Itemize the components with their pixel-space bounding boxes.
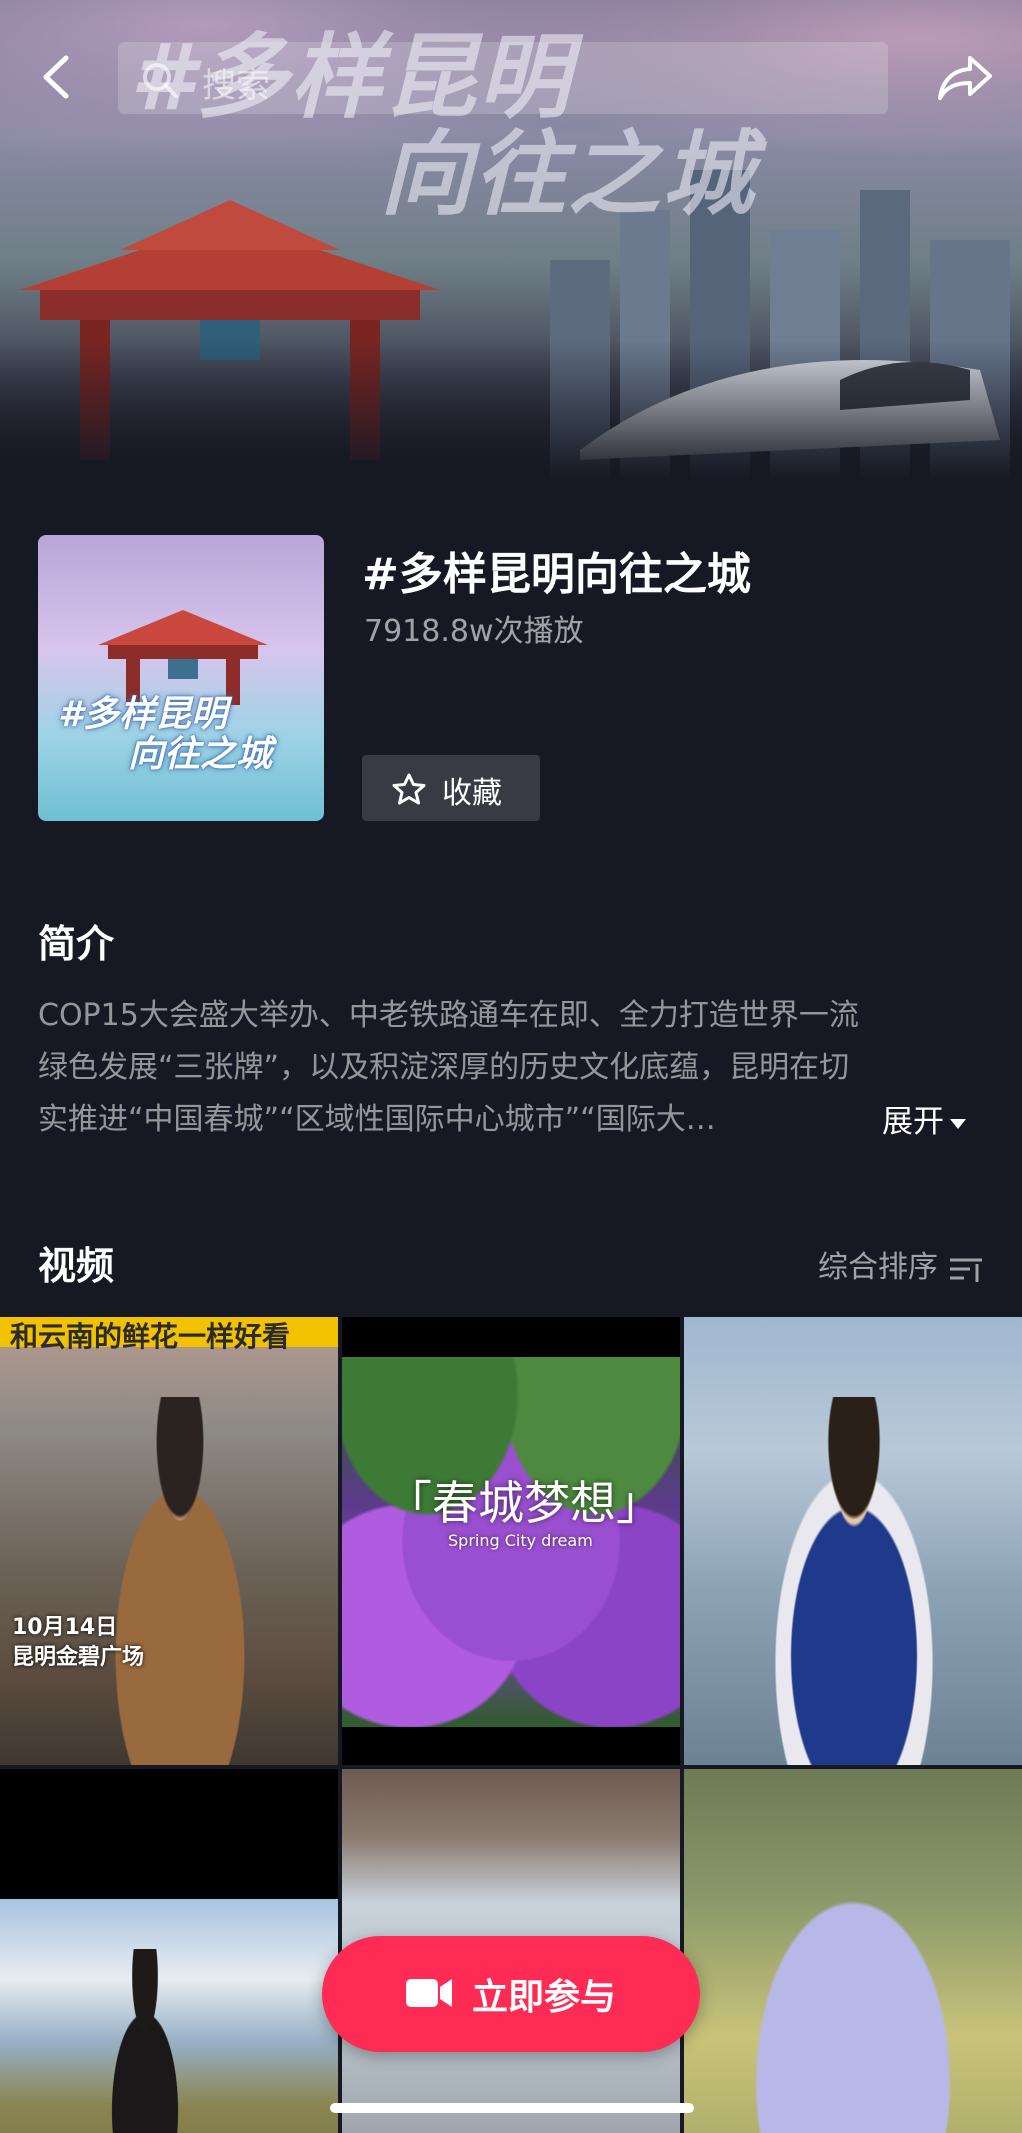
chevron-left-icon — [43, 55, 69, 99]
hero-title-line2: 向往之城 — [380, 120, 757, 228]
video-thumbnail[interactable]: 和云南的鲜花一样好看 10月14日 昆明金碧广场 — [0, 1317, 338, 1765]
person-figure — [80, 1397, 280, 1765]
video-thumbnail[interactable] — [684, 1769, 1022, 2133]
video-thumbnail[interactable] — [0, 1769, 338, 2133]
sort-button[interactable]: 综合排序 — [818, 1242, 984, 1286]
search-placeholder: 搜索 — [202, 66, 270, 106]
join-label: 立即参与 — [472, 1977, 617, 2018]
video-camera-icon — [406, 1979, 452, 2007]
video-thumbnail[interactable] — [684, 1317, 1022, 1765]
join-button[interactable]: 立即参与 — [322, 1936, 700, 2052]
cover-title-line1: #多样昆明 — [58, 694, 228, 735]
topic-cover-image: #多样昆明 向往之城 — [38, 535, 324, 821]
share-icon — [938, 56, 992, 100]
intro-line: 实推进“中国春城”“区域性国际中心城市”“国际大… — [38, 1102, 716, 1137]
expand-button[interactable]: 展开 — [882, 1096, 968, 1141]
home-indicator — [330, 2103, 694, 2113]
intro-heading: 简介 — [38, 922, 115, 966]
caret-down-icon — [950, 1118, 966, 1129]
cover-title: #多样昆明 向往之城 — [58, 695, 272, 774]
video-caption-line1: 10月14日 — [12, 1615, 118, 1640]
expand-label: 展开 — [882, 1104, 944, 1140]
videos-heading: 视频 — [38, 1244, 115, 1288]
back-button[interactable] — [36, 52, 76, 102]
video-overlay-title: 「春城梦想」 — [386, 1476, 662, 1530]
cover-gate-illustration — [98, 610, 268, 705]
favorite-button[interactable]: 收藏 — [362, 755, 540, 821]
share-button[interactable] — [936, 52, 994, 102]
search-icon — [143, 63, 178, 98]
cover-title-line2: 向往之城 — [128, 733, 273, 775]
sort-label: 综合排序 — [818, 1250, 938, 1285]
person-figure — [90, 1949, 200, 2133]
video-caption: 10月14日 昆明金碧广场 — [12, 1613, 144, 1672]
video-banner: 和云南的鲜花一样好看 — [0, 1317, 338, 1353]
video-thumbnail[interactable]: 「春城梦想」 Spring City dream — [342, 1317, 680, 1765]
intro-line: COP15大会盛大举办、中老铁路通车在即、全力打造世界一流 — [38, 998, 859, 1033]
video-banner-text: 和云南的鲜花一样好看 — [10, 1320, 291, 1353]
hero-fade — [0, 340, 1022, 480]
search-input[interactable]: 搜索 — [118, 42, 888, 114]
favorite-label: 收藏 — [442, 776, 502, 811]
sort-icon — [950, 1258, 982, 1282]
play-count: 7918.8w次播放 — [364, 614, 584, 649]
video-caption-line2: 昆明金碧广场 — [12, 1644, 145, 1670]
person-figure — [744, 1397, 964, 1765]
star-icon — [392, 773, 426, 805]
video-overlay-subtitle: Spring City dream — [448, 1531, 593, 1550]
intro-text: COP15大会盛大举办、中老铁路通车在即、全力打造世界一流 绿色发展“三张牌”，… — [38, 990, 978, 1146]
intro-line: 绿色发展“三张牌”，以及积淀深厚的历史文化底蕴，昆明在切 — [38, 1050, 850, 1085]
topic-title: #多样昆明向往之城 — [362, 549, 751, 600]
